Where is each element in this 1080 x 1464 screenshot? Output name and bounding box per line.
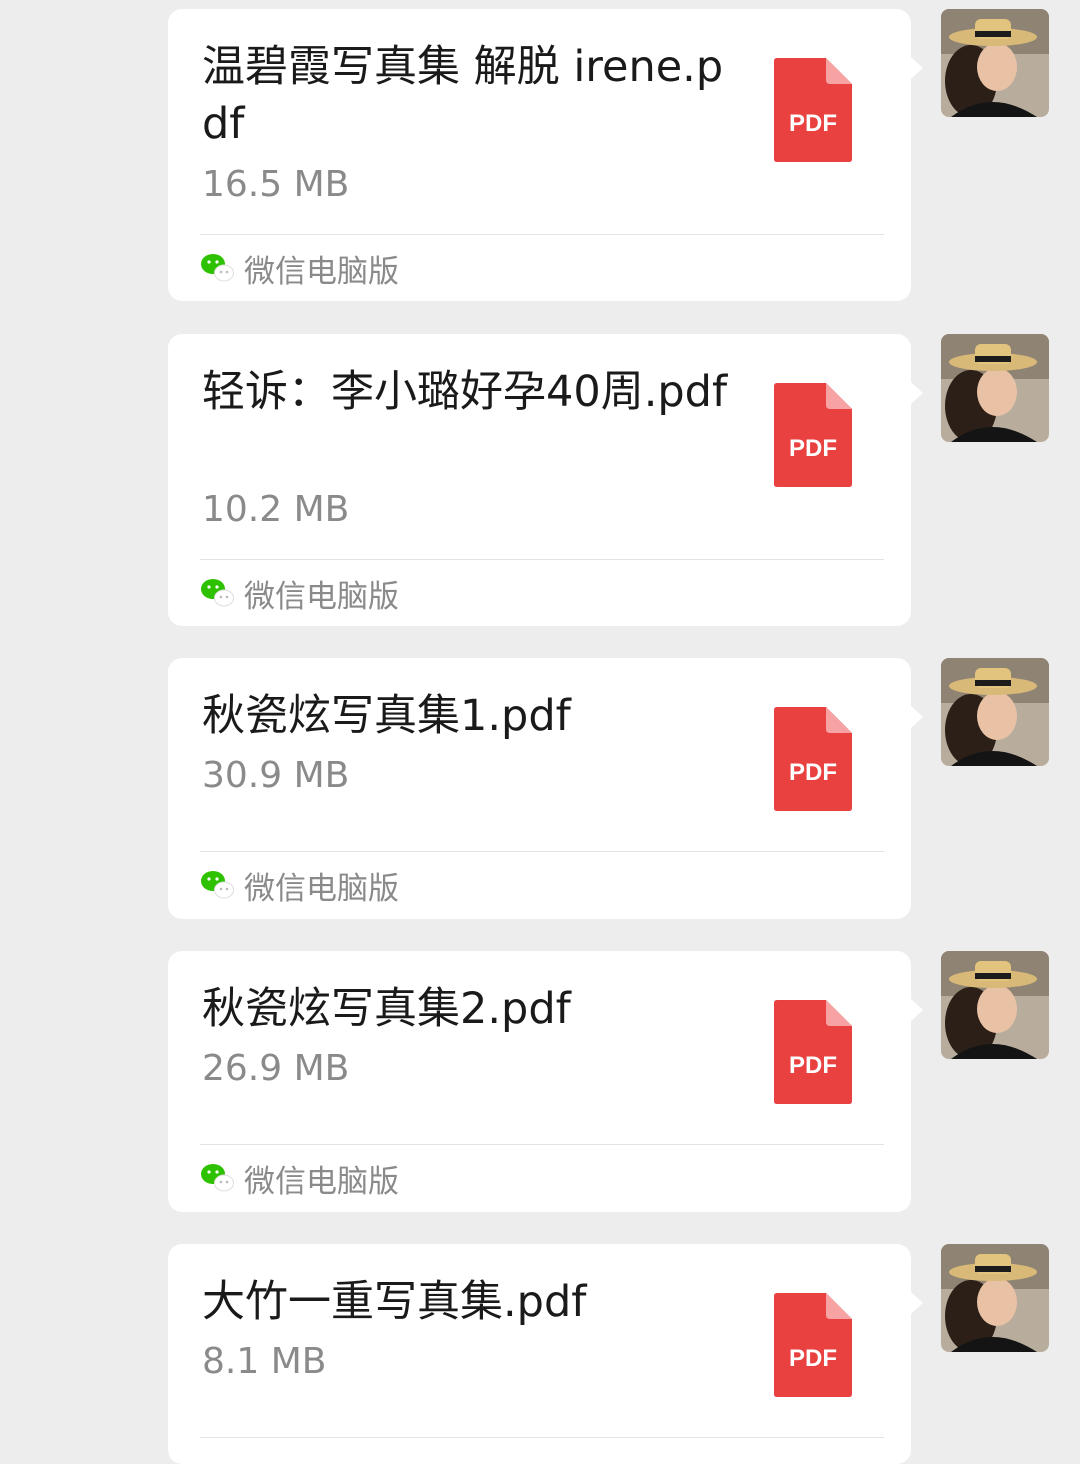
source-label: 微信电脑版 <box>244 1163 399 1200</box>
wechat-icon <box>201 579 234 607</box>
source-label: 微信电脑版 <box>244 578 399 615</box>
source-row: 微信电脑版 <box>200 568 399 618</box>
divider <box>200 1144 884 1145</box>
file-bubble[interactable]: 大竹一重写真集.pdf 8.1 MB PDF <box>168 1244 923 1464</box>
source-label: 微信电脑版 <box>244 870 399 907</box>
file-name: 轻诉：李小璐好孕40周.pdf <box>202 367 728 417</box>
avatar[interactable] <box>941 334 1049 442</box>
wechat-icon <box>201 871 234 899</box>
file-bubble[interactable]: 秋瓷炫写真集1.pdf 30.9 MB PDF 微信电脑版 <box>168 658 923 919</box>
file-size: 16.5 MB <box>202 164 350 205</box>
wechat-icon <box>201 1164 234 1192</box>
pdf-badge-text: PDF <box>789 110 837 137</box>
source-row: 微信电脑版 <box>200 243 399 293</box>
pdf-file-icon: PDF <box>774 1293 852 1397</box>
file-name: 大竹一重写真集.pdf <box>202 1277 587 1327</box>
file-bubble[interactable]: 秋瓷炫写真集2.pdf 26.9 MB PDF 微信电脑版 <box>168 951 923 1212</box>
file-name: 秋瓷炫写真集2.pdf <box>202 984 571 1034</box>
divider <box>200 559 884 560</box>
source-label: 微信电脑版 <box>244 253 399 290</box>
divider <box>200 234 884 235</box>
divider <box>200 851 884 852</box>
file-size: 8.1 MB <box>202 1341 327 1382</box>
divider <box>200 1437 884 1438</box>
wechat-icon <box>201 254 234 282</box>
file-size: 30.9 MB <box>202 755 350 796</box>
pdf-file-icon: PDF <box>774 1000 852 1104</box>
pdf-badge-text: PDF <box>789 759 837 786</box>
pdf-file-icon: PDF <box>774 383 852 487</box>
avatar[interactable] <box>941 951 1049 1059</box>
pdf-badge-text: PDF <box>789 1052 837 1079</box>
avatar[interactable] <box>941 9 1049 117</box>
file-name: 温碧霞写真集 解脱 irene.pdf <box>202 42 724 149</box>
file-size: 26.9 MB <box>202 1048 350 1089</box>
file-name: 秋瓷炫写真集1.pdf <box>202 691 571 741</box>
file-bubble[interactable]: 温碧霞写真集 解脱 irene.pdf 16.5 MB PDF 微信电脑版 <box>168 9 923 301</box>
pdf-file-icon: PDF <box>774 58 852 162</box>
file-bubble[interactable]: 轻诉：李小璐好孕40周.pdf 10.2 MB PDF 微信电脑版 <box>168 334 923 626</box>
avatar[interactable] <box>941 658 1049 766</box>
pdf-file-icon: PDF <box>774 707 852 811</box>
source-row: 微信电脑版 <box>200 860 399 910</box>
source-row: 微信电脑版 <box>200 1153 399 1203</box>
avatar[interactable] <box>941 1244 1049 1352</box>
file-size: 10.2 MB <box>202 489 350 530</box>
pdf-badge-text: PDF <box>789 435 837 462</box>
pdf-badge-text: PDF <box>789 1345 837 1372</box>
